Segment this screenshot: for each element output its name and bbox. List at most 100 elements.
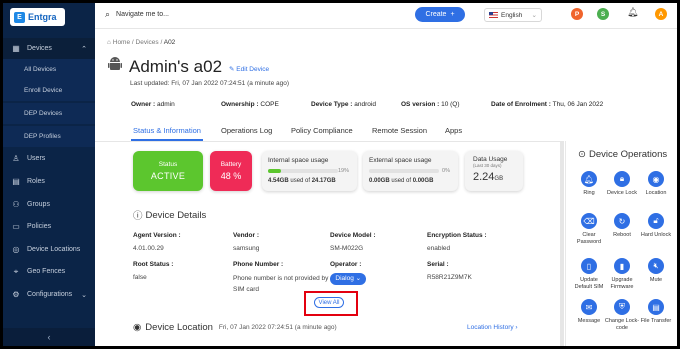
operation-label: Device Lock bbox=[607, 190, 637, 196]
encryption-status-label: Encryption Status : bbox=[427, 232, 487, 239]
data-usage-number: 2.24 bbox=[473, 171, 495, 183]
internal-storage-percent: 19% bbox=[337, 168, 349, 174]
ring-icon: 🔔︎ bbox=[581, 171, 597, 187]
operation-label: Ring bbox=[583, 190, 595, 196]
user-avatar[interactable]: A bbox=[655, 8, 667, 20]
sidebar-item-dep-profiles[interactable]: DEP Profiles bbox=[3, 126, 95, 147]
brand-logo[interactable]: E Entgra bbox=[10, 8, 65, 26]
sidebar-item-policies[interactable]: ▭ Policies bbox=[3, 216, 95, 237]
device-model-value: SM-M022G bbox=[330, 245, 364, 252]
gear-icon: ⚙ bbox=[12, 290, 20, 299]
search-input[interactable]: ⌕ Navigate me to... bbox=[105, 9, 169, 20]
file-transfer-icon: ▤ bbox=[648, 299, 664, 315]
operation-label: Reboot bbox=[613, 232, 631, 238]
dialog-select[interactable]: Dialog ⌄ bbox=[330, 273, 367, 285]
usage-of: used of bbox=[391, 178, 412, 184]
device-location-timestamp: Fri, 07 Jan 2022 07:24:51 (a minute ago) bbox=[218, 324, 337, 331]
edit-device-label: Edit Device bbox=[236, 65, 270, 73]
external-storage-title: External space usage bbox=[369, 157, 432, 164]
roles-icon: ▤ bbox=[12, 177, 20, 186]
operation-clear-password-button[interactable]: ⌫ Clear Password bbox=[571, 213, 607, 246]
breadcrumb-devices[interactable]: Devices bbox=[136, 39, 159, 46]
firmware-icon: ▮ bbox=[614, 258, 630, 274]
sidebar-item-geo-fences[interactable]: ⌖ Geo Fences bbox=[3, 261, 95, 282]
logo-mark-icon: E bbox=[14, 11, 25, 23]
location-history-label: Location History bbox=[467, 324, 514, 331]
encryption-status-value: enabled bbox=[427, 245, 451, 252]
tab-remote-session[interactable]: Remote Session bbox=[372, 126, 427, 135]
meta-value: Thu, 06 Jan 2022 bbox=[552, 101, 604, 108]
operation-upgrade-firmware-button[interactable]: ▮ Upgrade Firmware bbox=[604, 258, 640, 291]
tab-policy-compliance[interactable]: Policy Compliance bbox=[291, 126, 353, 135]
device-location-heading: ◉ Device Location Fri, 07 Jan 2022 07:24… bbox=[133, 322, 337, 333]
view-all-button[interactable]: View All bbox=[314, 297, 344, 308]
operation-change-lock-code-button[interactable]: ⛨ Change Lock-code bbox=[604, 299, 640, 332]
breadcrumb: ⌂ Home / Devices / A02 bbox=[107, 39, 175, 46]
usage-used: 4.54GB bbox=[268, 178, 289, 184]
internal-storage-card: Internal space usage 19% 4.54GB used of … bbox=[262, 151, 357, 191]
sidebar-item-users[interactable]: ♙ Users bbox=[3, 148, 95, 169]
edit-device-link[interactable]: ✎ Edit Device bbox=[229, 65, 269, 73]
sidebar-item-roles[interactable]: ▤ Roles bbox=[3, 171, 95, 192]
internal-storage-usage: 4.54GB used of 24.17GB bbox=[268, 178, 336, 184]
operation-ring-button[interactable]: 🔔︎ Ring bbox=[571, 171, 607, 197]
operation-message-button[interactable]: ✉ Message bbox=[571, 299, 607, 325]
operation-label: Message bbox=[577, 318, 601, 324]
operation-label: Clear Password bbox=[576, 232, 602, 245]
data-usage-value: 2.24GB bbox=[473, 171, 503, 183]
operation-hard-unlock-button[interactable]: 🔓︎ Hard Unlock bbox=[638, 213, 674, 239]
root-status-label: Root Status : bbox=[133, 261, 174, 268]
sidebar-collapse-button[interactable]: ‹ bbox=[3, 328, 95, 346]
avatar-p[interactable]: P bbox=[571, 8, 583, 20]
sidebar-item-enroll-device[interactable]: Enroll Device bbox=[3, 80, 95, 101]
meta-owner: Owner : admin bbox=[131, 101, 175, 108]
vendor-label: Vendor : bbox=[233, 232, 260, 239]
user-icon: ♙ bbox=[12, 154, 20, 163]
operation-location-button[interactable]: ◉ Location bbox=[638, 171, 674, 197]
meta-value: android bbox=[354, 101, 376, 108]
operation-device-lock-button[interactable]: 🔒︎ Device Lock bbox=[604, 171, 640, 197]
check-circle-icon: ⊙ bbox=[578, 149, 586, 160]
data-usage-title: Data Usage bbox=[473, 156, 508, 163]
agent-version-label: Agent Version : bbox=[133, 232, 181, 239]
sidebar-item-device-locations[interactable]: ◎ Device Locations bbox=[3, 239, 95, 260]
usage-total: 24.17GB bbox=[311, 178, 336, 184]
create-label: Create bbox=[425, 11, 447, 18]
chevron-left-icon: ‹ bbox=[47, 332, 51, 342]
sidebar-item-all-devices[interactable]: All Devices bbox=[3, 59, 95, 80]
operation-reboot-button[interactable]: ↻ Reboot bbox=[604, 213, 640, 239]
battery-card: Battery 48 % bbox=[210, 151, 252, 191]
operation-mute-button[interactable]: 🔇︎ Mute bbox=[638, 258, 674, 284]
sidebar-item-label: DEP Devices bbox=[24, 110, 63, 117]
device-details-title: Device Details bbox=[145, 209, 207, 221]
meta-label: OS version : bbox=[401, 101, 440, 108]
breadcrumb-home[interactable]: Home bbox=[113, 39, 130, 46]
chevron-up-icon: ⌃ bbox=[81, 45, 87, 53]
avatar-s[interactable]: S bbox=[597, 8, 609, 20]
device-location-title: Device Location bbox=[145, 322, 213, 333]
phone-number-text-2: SIM card bbox=[233, 286, 260, 293]
location-icon: ◉ bbox=[648, 171, 664, 187]
operation-update-default-sim-button[interactable]: ▯ Update Default SIM bbox=[571, 258, 607, 291]
operation-label: Mute bbox=[649, 277, 663, 283]
location-history-link[interactable]: Location History › bbox=[467, 324, 518, 331]
sidebar-item-dep-devices[interactable]: DEP Devices bbox=[3, 103, 95, 124]
notification-bell-icon[interactable]: 🔔︎ bbox=[627, 7, 638, 18]
sidebar-item-configurations[interactable]: ⚙ Configurations ⌄ bbox=[3, 284, 95, 305]
sidebar-item-label: All Devices bbox=[24, 66, 57, 73]
sidebar-item-groups[interactable]: ⚇ Groups bbox=[3, 194, 95, 215]
search-icon: ⌕ bbox=[105, 9, 111, 19]
tab-status-information[interactable]: Status & Information bbox=[133, 126, 201, 135]
language-select[interactable]: English ⌄ bbox=[484, 8, 542, 22]
create-button[interactable]: Create + bbox=[415, 7, 465, 22]
tab-operations-log[interactable]: Operations Log bbox=[221, 126, 272, 135]
mute-icon: 🔇︎ bbox=[648, 258, 664, 274]
operation-file-transfer-button[interactable]: ▤ File Transfer bbox=[638, 299, 674, 325]
phone-number-label: Phone Number : bbox=[233, 261, 284, 268]
vertical-scrollbar[interactable] bbox=[560, 141, 564, 346]
last-updated: Last updated: Fri, 07 Jan 2022 07:24:51 … bbox=[130, 80, 289, 87]
status-card-title: Status bbox=[158, 161, 178, 168]
sidebar-item-devices[interactable]: ▦ Devices ⌃ bbox=[3, 38, 95, 59]
tab-apps[interactable]: Apps bbox=[445, 126, 462, 135]
meta-label: Ownership : bbox=[221, 101, 259, 108]
